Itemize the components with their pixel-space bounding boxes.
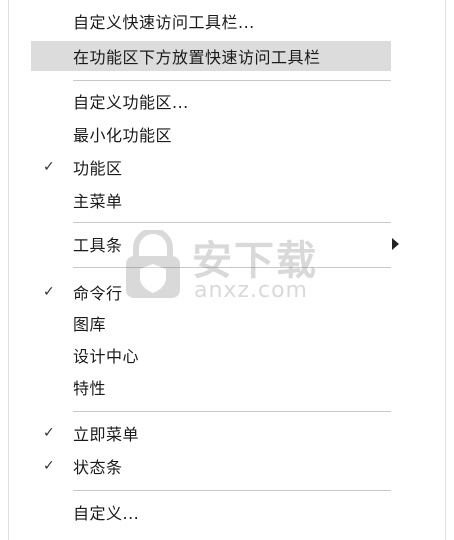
menu-separator (73, 80, 391, 81)
menu-item-label: 功能区 (73, 159, 123, 178)
menu-item-main-menu[interactable]: 主菜单 (31, 185, 391, 215)
menu-item-label: 主菜单 (73, 192, 123, 211)
menu-item-label: 命令行 (73, 284, 123, 303)
checkmark-icon: ✓ (43, 159, 55, 175)
menu-item-customize-quick-access[interactable]: 自定义快速访问工具栏... (31, 6, 391, 36)
menu-item-label: 设计中心 (73, 347, 140, 366)
menu-item-label: 在功能区下方放置快速访问工具栏 (73, 48, 321, 67)
menu-item-ribbon[interactable]: ✓ 功能区 (31, 152, 391, 182)
menu-item-command-line[interactable]: ✓ 命令行 (31, 277, 391, 307)
menu-item-label: 自定义功能区... (73, 93, 189, 112)
menu-item-design-center[interactable]: 设计中心 (31, 340, 391, 370)
menu-item-immediate-menu[interactable]: ✓ 立即菜单 (31, 418, 391, 448)
checkmark-icon: ✓ (43, 425, 55, 441)
menu-separator (73, 222, 391, 223)
menu-item-label: 状态条 (73, 458, 123, 477)
menu-item-label: 工具条 (73, 236, 123, 255)
menu-item-label: 最小化功能区 (73, 126, 173, 145)
menu-item-label: 自定义... (73, 504, 140, 523)
menu-item-label: 特性 (73, 379, 107, 398)
menu-separator (73, 411, 391, 412)
menu-item-toolbars[interactable]: 工具条 (31, 229, 399, 259)
context-menu: 自定义快速访问工具栏... 在功能区下方放置快速访问工具栏 自定义功能区... … (8, 0, 446, 540)
menu-item-minimize-ribbon[interactable]: 最小化功能区 (31, 119, 391, 149)
menu-item-status-bar[interactable]: ✓ 状态条 (31, 451, 391, 481)
menu-item-place-quick-access-below-ribbon[interactable]: 在功能区下方放置快速访问工具栏 (31, 41, 391, 71)
menu-item-gallery[interactable]: 图库 (31, 308, 391, 338)
menu-separator (73, 490, 391, 491)
menu-item-label: 自定义快速访问工具栏... (73, 13, 255, 32)
menu-item-label: 立即菜单 (73, 425, 140, 444)
menu-item-label: 图库 (73, 315, 107, 334)
menu-item-customize-ribbon[interactable]: 自定义功能区... (31, 86, 391, 116)
menu-separator (73, 267, 391, 268)
checkmark-icon: ✓ (43, 284, 55, 300)
menu-item-properties[interactable]: 特性 (31, 372, 391, 402)
triangle-right-icon (392, 238, 399, 250)
checkmark-icon: ✓ (43, 458, 55, 474)
menu-item-customize[interactable]: 自定义... (31, 497, 391, 527)
